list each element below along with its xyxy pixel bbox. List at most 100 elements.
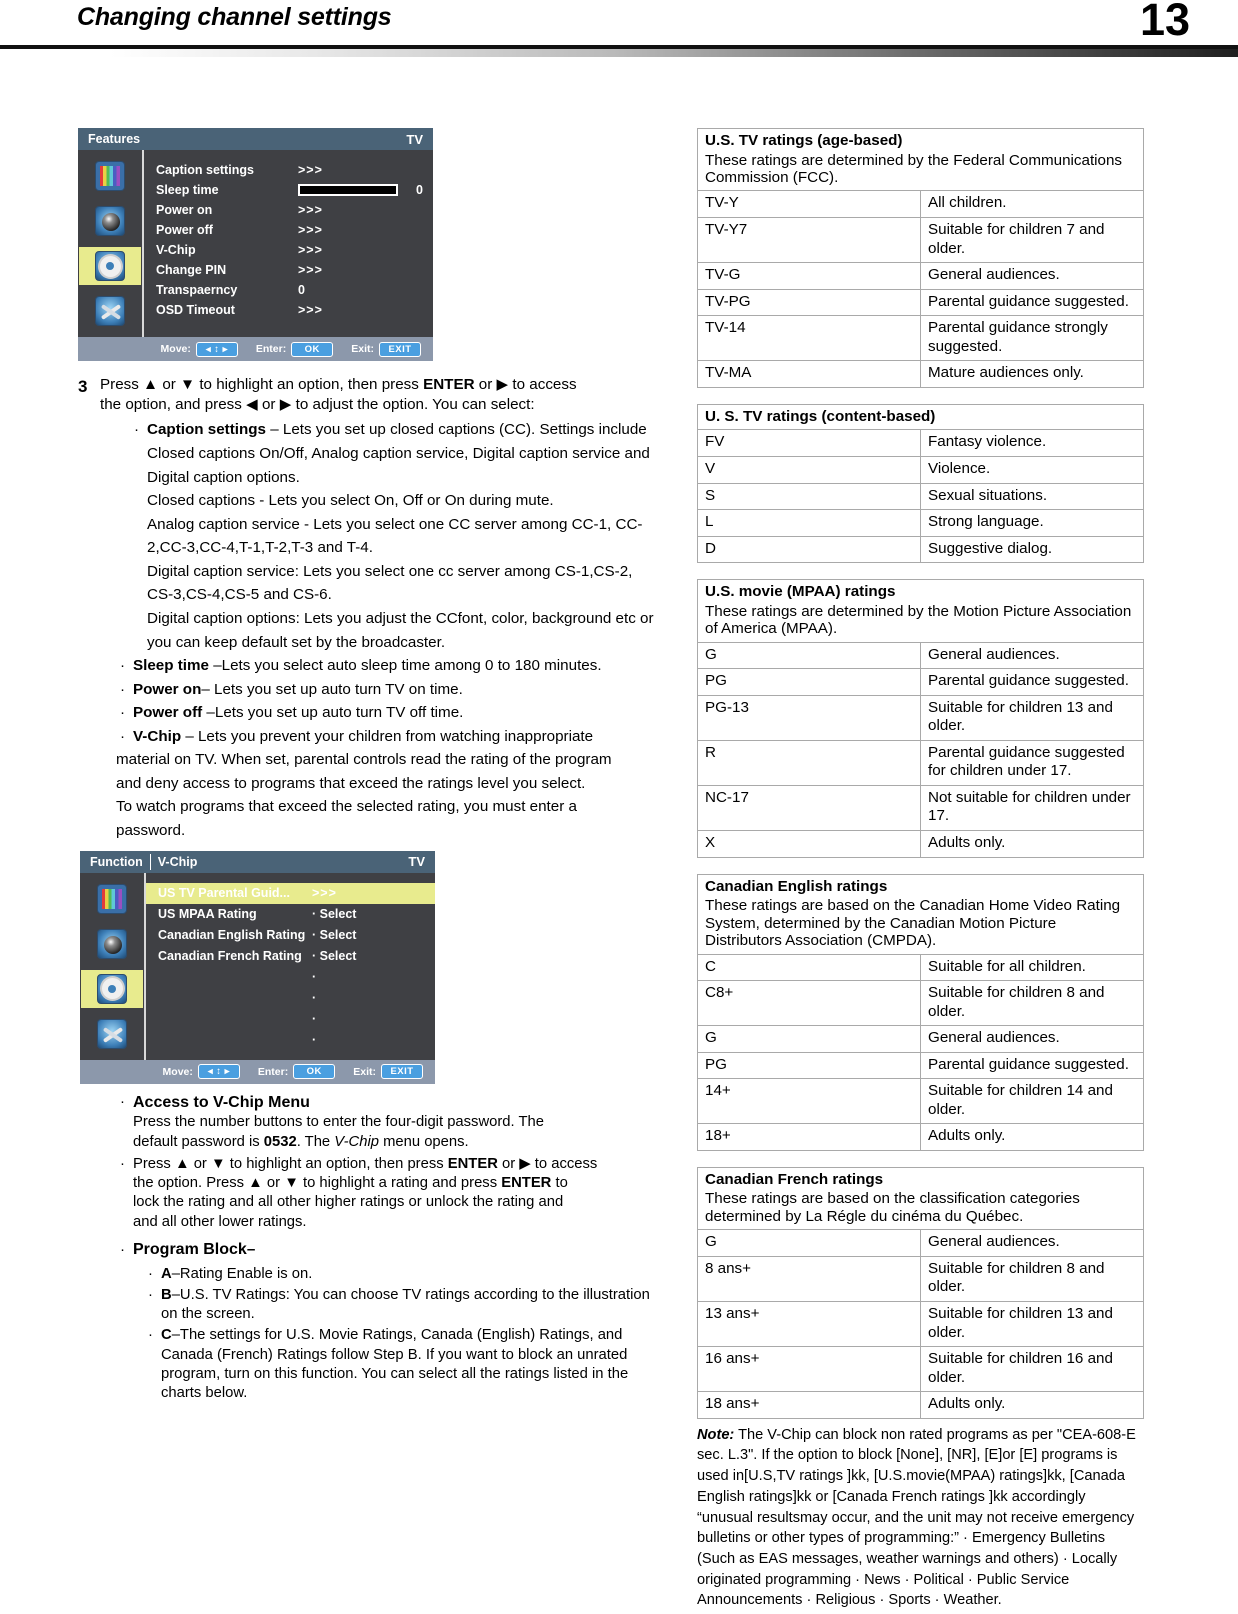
- osd-row-value: ·: [312, 991, 317, 1006]
- osd-icon-audio-slot[interactable]: [81, 925, 143, 963]
- item-text: –The settings for U.S. Movie Ratings, Ca…: [161, 1327, 629, 1401]
- osd-row-caption-settings[interactable]: Caption settings >>>: [156, 160, 433, 180]
- step3-l2b: or: [257, 396, 280, 414]
- rating-code: R: [697, 739, 921, 786]
- osd-row-us-tv-parental[interactable]: US TV Parental Guid... >>>: [146, 882, 435, 904]
- bullet-press-instructions: · Press ▲ or ▼ to highlight an option, t…: [120, 1155, 658, 1232]
- title-separator: [149, 853, 151, 870]
- rating-code: 14+: [697, 1078, 921, 1125]
- osd-row-empty-1: ·: [158, 967, 435, 988]
- move-button[interactable]: ◂ ↕ ▸: [195, 341, 238, 357]
- osd-icon-picture-slot[interactable]: [79, 157, 141, 195]
- up-arrow-icon: ▲: [174, 1155, 190, 1172]
- bullet-term: Caption settings: [147, 421, 266, 439]
- exit-button[interactable]: EXIT: [379, 341, 421, 357]
- table-row: G General audiences.: [697, 641, 1144, 670]
- right-arrow-icon: ▶: [519, 1155, 531, 1172]
- table-header-row: U.S. movie (MPAA) ratings: [697, 579, 1144, 603]
- osd-features-list: Caption settings >>> Sleep time 0 Power …: [144, 150, 433, 337]
- rating-code: C: [697, 953, 921, 982]
- step3-l1e: to access: [508, 376, 577, 393]
- rating-code: 18 ans+: [697, 1391, 921, 1419]
- step-3: 3 Press ▲ or ▼ to highlight an option, t…: [78, 375, 658, 415]
- osd-row-power-off[interactable]: Power off >>>: [156, 220, 433, 240]
- table-row: 14+ Suitable for children 14 and older.: [697, 1078, 1144, 1125]
- lens-icon: [97, 928, 127, 959]
- osd-features-menu: Features TV Caption settings >>> Sleep t…: [78, 128, 433, 361]
- sleep-time-slider[interactable]: [298, 184, 398, 196]
- rating-desc: Violence.: [920, 455, 1144, 484]
- table-row: X Adults only.: [697, 830, 1144, 858]
- caption-detail-1: Closed captions - Lets you select On, Of…: [147, 492, 554, 510]
- bullet-access-vchip: · Access to V-Chip Menu Press the number…: [120, 1093, 658, 1152]
- osd-row-label: OSD Timeout: [156, 303, 235, 317]
- osd-row-power-on[interactable]: Power on >>>: [156, 200, 433, 220]
- osd-row-canadian-english-rating[interactable]: Canadian English Rating · Select: [158, 925, 435, 946]
- item-text: –U.S. TV Ratings: You can choose TV rati…: [161, 1286, 650, 1323]
- table-title: U.S. TV ratings (age-based): [697, 127, 1144, 152]
- program-block-dash: –: [246, 1240, 256, 1258]
- osd-row-sleep-time[interactable]: Sleep time 0: [156, 180, 433, 200]
- table-row: C8+ Suitable for children 8 and older.: [697, 980, 1144, 1027]
- osd-icon-audio-slot[interactable]: [79, 202, 141, 240]
- osd-features-icon-rail: [78, 150, 144, 337]
- press-l2a: the option. Press: [133, 1175, 249, 1192]
- osd-row-v-chip[interactable]: V-Chip >>>: [156, 240, 433, 260]
- left-column: Features TV Caption settings >>> Sleep t…: [78, 128, 658, 1405]
- right-arrow-icon: ▶: [496, 376, 509, 393]
- rating-code: PG-13: [697, 694, 921, 741]
- rating-desc: Adults only.: [920, 830, 1144, 858]
- osd-row-empty-2: ·: [158, 988, 435, 1009]
- rating-desc: Strong language.: [920, 509, 1144, 537]
- rating-desc: Suggestive dialog.: [920, 535, 1144, 564]
- item-letter: C: [161, 1327, 172, 1344]
- rating-desc: Parental guidance suggested.: [920, 1051, 1144, 1080]
- bullet-desc: – Lets you set up auto turn TV on time.: [201, 680, 463, 698]
- move-label: Move:: [162, 1065, 193, 1078]
- press-d: or: [497, 1155, 520, 1172]
- osd-row-label: US MPAA Rating: [158, 907, 257, 922]
- osd-row-value: · Select: [312, 949, 357, 964]
- vchip-para-1: material on TV. When set, parental contr…: [116, 751, 612, 769]
- rating-desc: Suitable for children 7 and older.: [920, 217, 1144, 264]
- caption-settings-bullet-group: · Caption settings – Lets you set up clo…: [134, 418, 658, 654]
- osd-row-change-pin[interactable]: Change PIN >>>: [156, 260, 433, 280]
- move-button[interactable]: ◂ ↕ ▸: [197, 1064, 240, 1080]
- rating-desc: Fantasy violence.: [920, 429, 1144, 457]
- osd-icon-setup-slot[interactable]: [79, 292, 141, 330]
- osd-row-osd-timeout[interactable]: OSD Timeout >>>: [156, 300, 433, 320]
- osd-row-us-mpaa-rating[interactable]: US MPAA Rating · Select: [158, 904, 435, 925]
- ok-button[interactable]: OK: [293, 1064, 336, 1080]
- step3-l2a: the option, and press: [100, 396, 247, 414]
- osd-icon-features-slot[interactable]: [81, 969, 143, 1008]
- osd-row-canadian-french-rating[interactable]: Canadian French Rating · Select: [158, 946, 435, 967]
- rating-code: TV-Y: [697, 190, 921, 219]
- osd-row-value: · Select: [312, 907, 357, 922]
- caption-detail-3: Digital caption service: Lets you select…: [147, 562, 633, 604]
- exit-button[interactable]: EXIT: [381, 1064, 423, 1080]
- rating-desc: Parental guidance suggested.: [920, 288, 1144, 317]
- rating-desc: Suitable for all children.: [920, 953, 1144, 982]
- press-l2c: to highlight a rating and press: [298, 1175, 502, 1192]
- rating-desc: General audiences.: [920, 641, 1144, 670]
- caption-detail-2: Analog caption service - Lets you select…: [147, 515, 643, 557]
- bullet-power-off: · Power off –Lets you set up auto turn T…: [120, 701, 658, 725]
- bullet-term: Power on: [133, 680, 202, 698]
- ok-button[interactable]: OK: [291, 341, 334, 357]
- bullet-dot: ·: [120, 727, 126, 745]
- osd-icon-picture-slot[interactable]: [81, 880, 143, 918]
- color-bars-icon: [95, 161, 125, 191]
- osd-icon-features-slot[interactable]: [79, 247, 141, 285]
- osd-icon-setup-slot[interactable]: [81, 1015, 143, 1053]
- press-e: to access: [530, 1155, 598, 1172]
- step3-l1a: Press: [100, 376, 144, 393]
- enter-label: Enter:: [257, 1065, 289, 1078]
- rating-code: 18+: [697, 1123, 921, 1151]
- table-row: PG-13 Suitable for children 13 and older.: [697, 694, 1144, 741]
- page-number: 13: [1139, 0, 1190, 45]
- osd-row-transparency[interactable]: Transpaerncy 0: [156, 280, 433, 300]
- bullet-dot: ·: [120, 657, 126, 675]
- vchip-para-3: To watch programs that exceed the select…: [116, 798, 577, 816]
- osd-row-value: ·: [312, 970, 317, 985]
- bullet-power-on: · Power on– Lets you set up auto turn TV…: [120, 678, 658, 702]
